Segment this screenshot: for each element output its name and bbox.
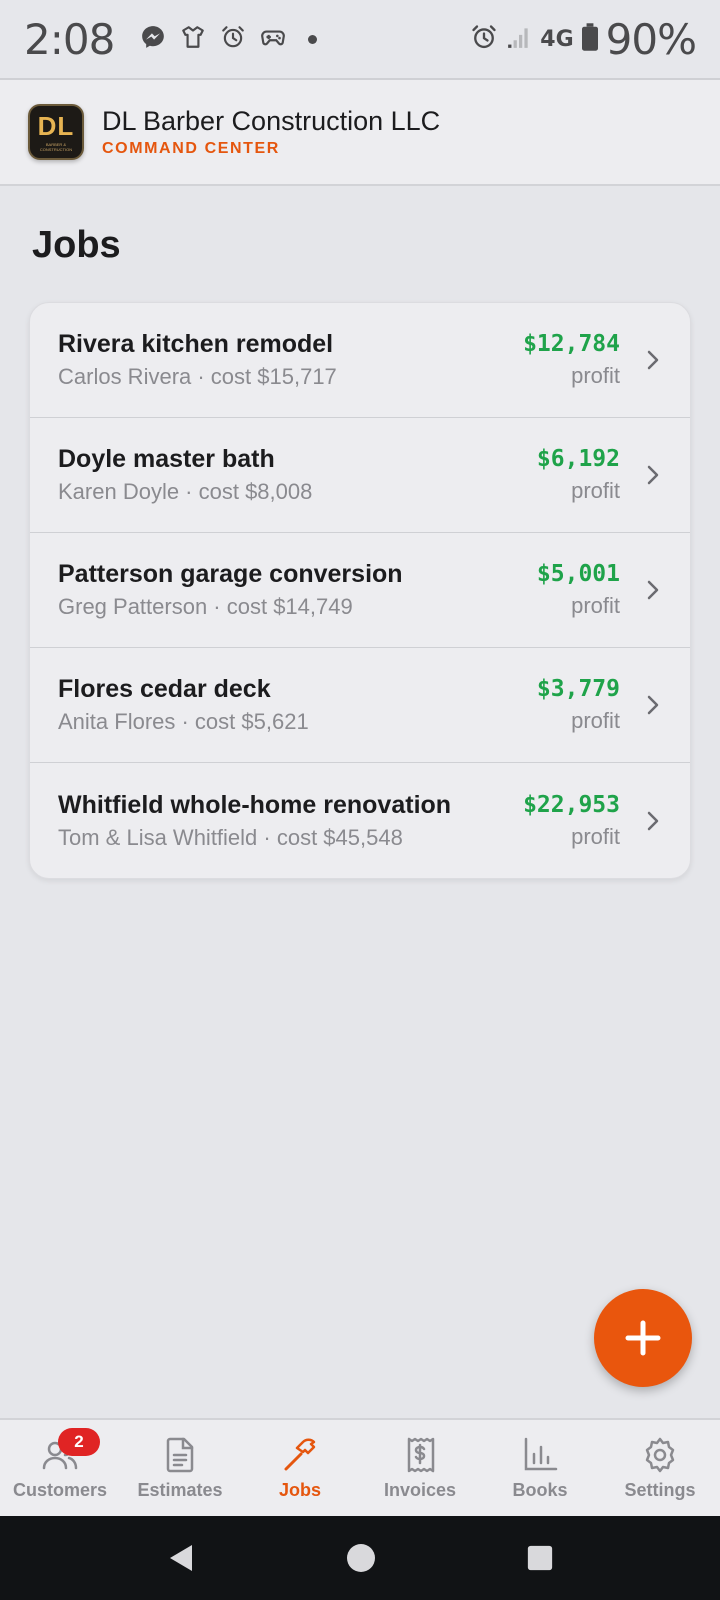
network-type: 4G [540, 26, 574, 52]
job-profit-label: profit [571, 478, 620, 503]
battery-icon [581, 22, 598, 56]
system-nav-bar [0, 1516, 720, 1600]
nav-label: Customers [12, 1480, 108, 1500]
plus-icon [625, 1320, 661, 1356]
bar-chart-icon [524, 1437, 558, 1471]
job-row[interactable]: Patterson garage conversion Greg Patters… [30, 533, 690, 648]
job-profit-value: $22,953 [523, 791, 620, 818]
job-name: Doyle master bath [58, 445, 275, 473]
nav-label: Invoices [383, 1480, 457, 1500]
alarm-icon [220, 24, 246, 55]
gamepad-icon [260, 24, 286, 55]
job-name: Patterson garage conversion [58, 560, 403, 588]
job-profit-value: $5,001 [536, 561, 620, 587]
nav-label: Jobs [278, 1480, 321, 1500]
nav-label: Books [512, 1480, 568, 1500]
notification-icons [140, 24, 318, 55]
home-icon[interactable] [346, 1543, 376, 1573]
job-client-cost: Karen Doyle · cost $8,008 [58, 479, 313, 504]
nav-item-settings[interactable]: Settings [600, 1420, 720, 1516]
job-profit-value: $12,784 [523, 331, 620, 357]
nav-item-customers[interactable]: 2 Customers [0, 1420, 120, 1516]
logo-text: DL [37, 110, 75, 141]
page-title: Jobs [32, 224, 121, 266]
job-profit-value: $3,779 [536, 676, 620, 702]
chevron-right-icon [647, 350, 659, 370]
hammer-icon [284, 1438, 316, 1471]
customers-badge: 2 [58, 1428, 100, 1456]
chevron-right-icon [647, 811, 659, 830]
header-subtitle: COMMAND CENTER [102, 140, 280, 157]
job-profit-label: profit [571, 823, 620, 849]
nav-item-jobs[interactable]: Jobs [240, 1420, 360, 1516]
nav-item-invoices[interactable]: Invoices [360, 1420, 480, 1516]
nav-item-estimates[interactable]: Estimates [120, 1420, 240, 1516]
job-client-cost: Anita Flores · cost $5,621 [58, 709, 309, 734]
job-profit-label: profit [571, 593, 620, 618]
job-client-cost: Greg Patterson · cost $14,749 [58, 594, 353, 619]
document-icon [166, 1437, 194, 1473]
logo-subtext: BARBER & CONSTRUCTION [39, 141, 73, 152]
status-time: 2:08 [24, 14, 115, 64]
nav-item-books[interactable]: Books [480, 1420, 600, 1516]
job-row[interactable]: Flores cedar deck Anita Flores · cost $5… [30, 648, 690, 763]
job-client-cost: Tom & Lisa Whitfield · cost $45,548 [58, 824, 403, 850]
nav-label: Estimates [137, 1480, 223, 1500]
job-client-cost: Carlos Rivera · cost $15,717 [58, 364, 337, 389]
job-name: Flores cedar deck [58, 675, 271, 703]
jobs-list: Rivera kitchen remodel Carlos Rivera · c… [29, 302, 691, 879]
app-header: DL BARBER & CONSTRUCTION DL Barber Const… [0, 80, 720, 186]
gear-icon [645, 1437, 675, 1473]
messenger-icon [140, 24, 166, 55]
add-job-button[interactable] [594, 1289, 692, 1387]
nav-label: Settings [624, 1480, 696, 1500]
company-logo: DL BARBER & CONSTRUCTION [28, 104, 84, 160]
job-row[interactable]: Rivera kitchen remodel Carlos Rivera · c… [30, 303, 690, 418]
back-icon[interactable] [166, 1543, 196, 1573]
job-row[interactable]: Doyle master bath Karen Doyle · cost $8,… [30, 418, 690, 533]
bottom-nav: 2 Customers Estimates Jobs Invoices Book… [0, 1418, 720, 1516]
battery-percent: 90% [605, 14, 697, 64]
job-profit-value: $6,192 [536, 446, 620, 472]
shirt-icon [180, 24, 206, 55]
job-name: Rivera kitchen remodel [58, 330, 334, 358]
job-row[interactable]: Whitfield whole-home renovation Tom & Li… [30, 763, 690, 878]
job-profit-label: profit [571, 708, 620, 733]
recents-icon[interactable] [526, 1544, 554, 1572]
status-bar: 2:08 4G 90% [0, 0, 720, 80]
receipt-icon [407, 1437, 435, 1473]
chevron-right-icon [647, 465, 659, 485]
chevron-right-icon [647, 695, 659, 715]
job-profit-label: profit [571, 363, 620, 388]
chevron-right-icon [647, 580, 659, 600]
alarm-icon [470, 23, 498, 56]
company-name: DL Barber Construction LLC [102, 106, 441, 136]
signal-icon [506, 23, 532, 56]
job-name: Whitfield whole-home renovation [58, 790, 452, 819]
dot-icon [308, 34, 318, 44]
